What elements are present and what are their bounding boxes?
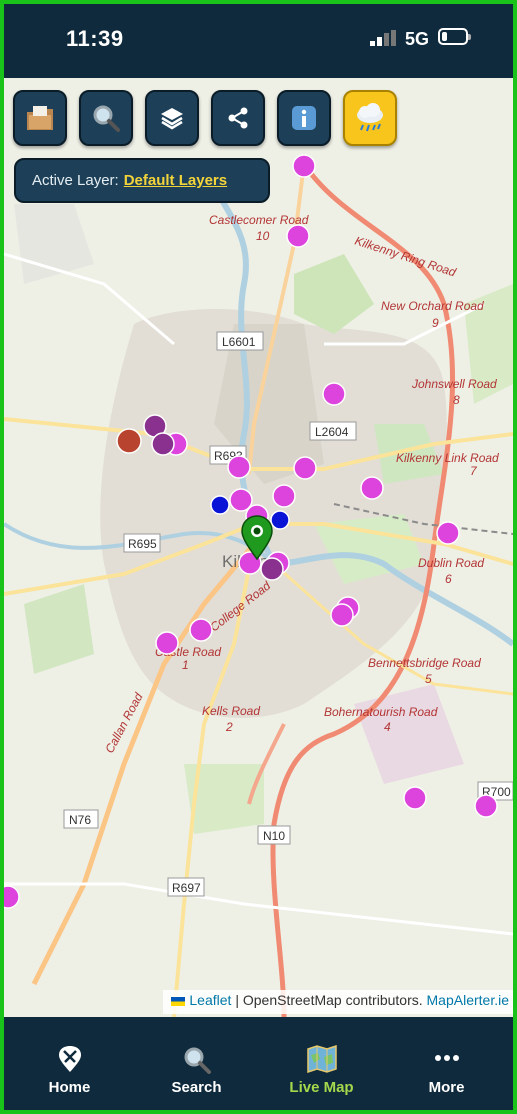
map-marker[interactable]	[260, 557, 284, 581]
road-label: Johnswell Road	[411, 377, 497, 391]
field	[354, 684, 464, 784]
magnifier-icon	[93, 105, 120, 132]
route-shield: R697	[167, 877, 205, 897]
app-frame: 11:39 5G Castlecomer Road 10 Kilkenny Ri…	[4, 4, 513, 1110]
field	[14, 204, 94, 284]
share-button[interactable]	[211, 90, 265, 146]
map-marker[interactable]	[360, 476, 384, 500]
park	[294, 254, 374, 334]
route-shield: R695	[123, 533, 161, 553]
network-type: 5G	[405, 29, 430, 49]
map-marker[interactable]	[272, 484, 296, 508]
route-shield: L2604	[309, 421, 357, 441]
leaflet-link[interactable]: Leaflet	[189, 992, 231, 1008]
clock: 11:39	[66, 26, 124, 51]
info-icon	[292, 106, 316, 130]
road-label: Bohernatourish Road	[324, 705, 438, 719]
map-marker[interactable]	[322, 382, 346, 406]
active-layer-panel: Active Layer: Default Layers	[14, 158, 270, 203]
road-label: Kilkenny Ring Road	[353, 234, 458, 280]
osm-credit[interactable]: OpenStreetMap contributors.	[243, 992, 423, 1008]
map-canvas[interactable]: Castlecomer Road 10 Kilkenny Ring Road N…	[4, 78, 513, 1017]
signal-icon	[370, 30, 396, 46]
road-label: 10	[256, 229, 270, 243]
active-layer-link[interactable]: Default Layers	[124, 172, 227, 189]
layers-icon	[161, 108, 183, 130]
svg-text:L6601: L6601	[222, 335, 256, 349]
active-layer-label: Active Layer:	[32, 172, 119, 189]
map-view[interactable]: Castlecomer Road 10 Kilkenny Ring Road N…	[4, 78, 513, 1017]
tab-live-map[interactable]: Live Map	[258, 1017, 385, 1110]
more-dots-icon	[434, 1055, 459, 1061]
svg-text:R697: R697	[172, 881, 201, 895]
road-label: 1	[182, 658, 189, 672]
tab-label: More	[428, 1079, 465, 1096]
search-button[interactable]	[79, 90, 133, 146]
tab-label: Search	[171, 1079, 222, 1096]
ukraine-flag-icon	[171, 996, 186, 1006]
battery-icon	[438, 28, 471, 45]
folder-button[interactable]	[13, 90, 67, 146]
home-pin-icon	[58, 1046, 81, 1072]
road-label: 4	[384, 720, 391, 734]
status-bar: 11:39 5G	[4, 4, 513, 78]
mapalerter-link[interactable]: MapAlerter.ie	[427, 992, 509, 1008]
map-marker[interactable]	[116, 428, 142, 454]
road-label: Bennettsbridge Road	[368, 656, 481, 670]
map-marker[interactable]	[474, 794, 498, 818]
map-marker[interactable]	[151, 432, 175, 456]
info-button[interactable]	[277, 90, 331, 146]
tab-more[interactable]: More	[383, 1017, 510, 1110]
tab-label: Home	[48, 1079, 91, 1096]
map-marker[interactable]	[293, 456, 317, 480]
layers-button[interactable]	[145, 90, 199, 146]
field	[24, 584, 94, 674]
tab-search[interactable]: Search	[133, 1017, 260, 1110]
attribution-separator: |	[231, 992, 243, 1008]
map-marker[interactable]	[436, 521, 460, 545]
tab-bar: Home Search Live Map More	[4, 1017, 513, 1110]
map-marker[interactable]	[189, 618, 213, 642]
road-label: Dublin Road	[418, 556, 484, 570]
map-marker[interactable]	[286, 224, 310, 248]
road-label: New Orchard Road	[381, 299, 484, 313]
map-marker[interactable]	[227, 455, 251, 479]
road-label: 7	[470, 464, 478, 478]
map-attribution: Leaflet | OpenStreetMap contributors. Ma…	[163, 990, 513, 1014]
route-shield: N76	[63, 809, 99, 829]
road-label: Kilkenny Link Road	[396, 451, 499, 465]
svg-text:N76: N76	[69, 813, 91, 827]
rain-cloud-icon	[357, 103, 383, 132]
weather-button[interactable]	[343, 90, 397, 146]
tab-label: Live Map	[289, 1079, 354, 1096]
map-marker[interactable]	[210, 495, 230, 515]
share-icon	[228, 107, 248, 129]
map-marker[interactable]	[155, 631, 179, 655]
route-shield: L6601	[216, 331, 264, 351]
search-icon	[184, 1047, 211, 1074]
route-shield: N10	[257, 825, 291, 845]
road-label: Castlecomer Road	[209, 213, 309, 227]
road-label: 2	[225, 720, 233, 734]
map-marker[interactable]	[330, 603, 354, 627]
road-label: 5	[425, 672, 432, 686]
svg-text:N10: N10	[263, 829, 285, 843]
map-marker[interactable]	[270, 510, 290, 530]
road-label: 8	[453, 393, 460, 407]
road-label: 9	[432, 316, 439, 330]
map-marker[interactable]	[403, 786, 427, 810]
tab-home[interactable]: Home	[6, 1017, 133, 1110]
svg-text:L2604: L2604	[315, 425, 349, 439]
folder-icon	[27, 106, 53, 130]
svg-text:R695: R695	[128, 537, 157, 551]
road-label: 6	[445, 572, 452, 586]
map-marker[interactable]	[4, 885, 20, 909]
map-icon	[306, 1045, 337, 1073]
road-label: Kells Road	[202, 704, 260, 718]
map-marker[interactable]	[292, 154, 316, 178]
